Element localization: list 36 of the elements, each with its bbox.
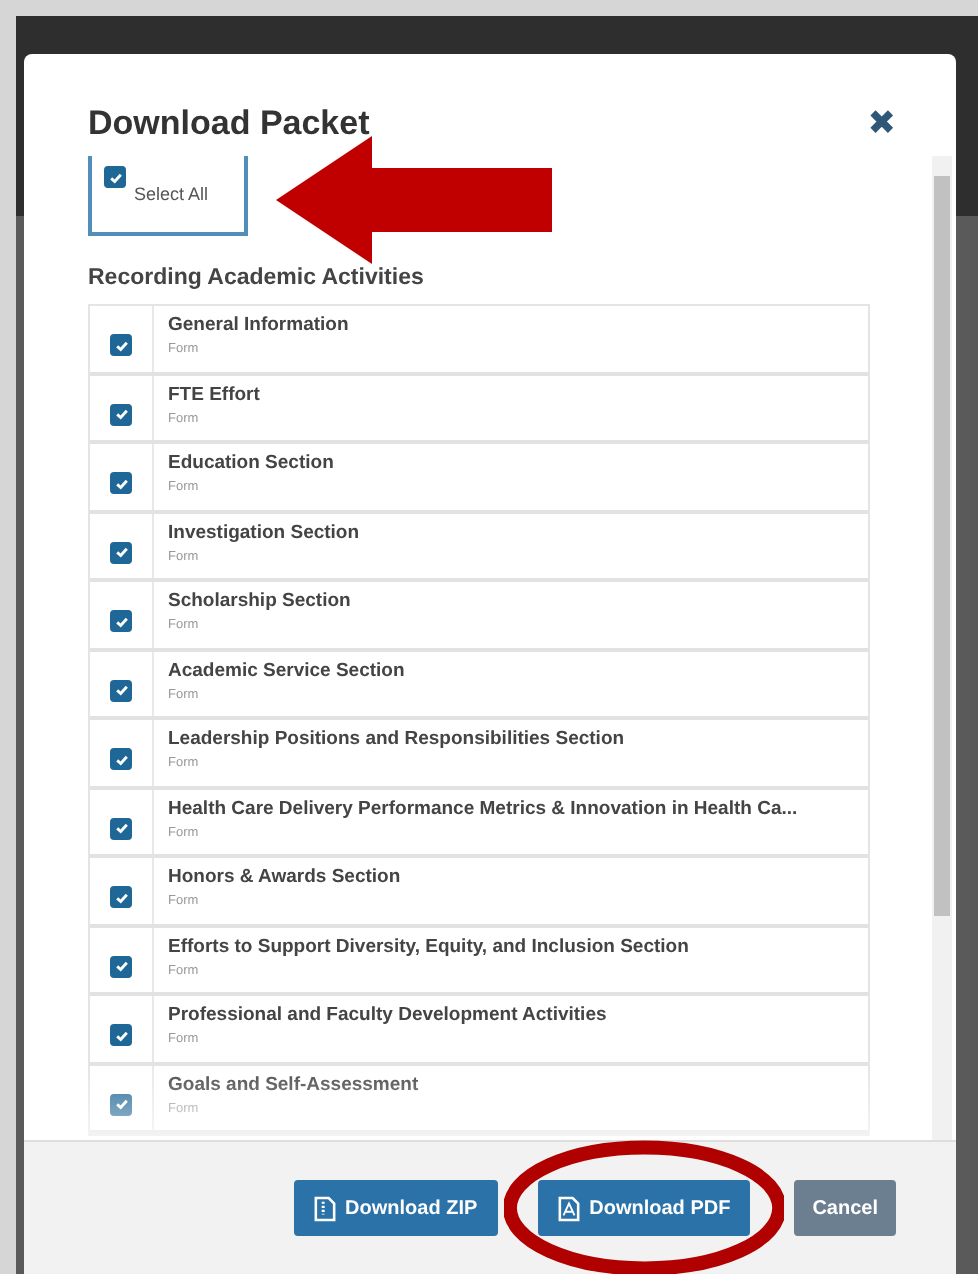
close-button[interactable]: ✖: [867, 104, 896, 144]
zip-file-icon: [313, 1195, 336, 1221]
pdf-file-icon: [557, 1195, 580, 1221]
checkbox[interactable]: [110, 679, 132, 702]
checkbox[interactable]: [110, 1024, 132, 1047]
item-title: Goals and Self-Assessment: [168, 1073, 419, 1095]
checkbox[interactable]: [110, 817, 132, 840]
item-title: General Information: [168, 314, 349, 336]
item-title: Honors & Awards Section: [168, 866, 401, 888]
item-title: Professional and Faculty Development Activities: [168, 1004, 607, 1026]
select-all-option[interactable]: Select All: [88, 156, 248, 236]
checkbox[interactable]: [110, 472, 132, 495]
item-title: Efforts to Support Diversity, Equity, and Inclusion Section: [168, 935, 689, 957]
checkbox[interactable]: [110, 1093, 132, 1116]
section-heading: Recording Academic Activities: [88, 266, 426, 290]
checkbox[interactable]: [104, 166, 126, 188]
scrollbar[interactable]: [932, 156, 952, 1140]
checkbox[interactable]: [110, 610, 132, 633]
item-title: Academic Service Section: [168, 659, 405, 681]
checkbox[interactable]: [110, 886, 132, 909]
checkbox[interactable]: [110, 748, 132, 771]
item-title: Education Section: [168, 452, 334, 474]
item-title: Scholarship Section: [168, 590, 351, 612]
item-title: Investigation Section: [168, 521, 360, 543]
dialog-title: Download Packet: [88, 104, 370, 144]
cancel-button[interactable]: Cancel: [794, 1180, 896, 1236]
select-all-label: Select All: [134, 184, 209, 204]
checkbox[interactable]: [110, 334, 132, 357]
checkbox[interactable]: [110, 541, 132, 564]
item-title: FTE Effort: [168, 383, 260, 405]
item-title: Health Care Delivery Performance Metrics & Innovation in Health Ca...: [168, 797, 798, 819]
checkbox[interactable]: [110, 403, 132, 426]
download-button[interactable]: Download PDF: [537, 1180, 751, 1236]
download-button[interactable]: Download ZIP: [293, 1180, 498, 1236]
item-title: Leadership Positions and Responsibilities Section: [168, 728, 625, 750]
checkbox[interactable]: [110, 955, 132, 978]
